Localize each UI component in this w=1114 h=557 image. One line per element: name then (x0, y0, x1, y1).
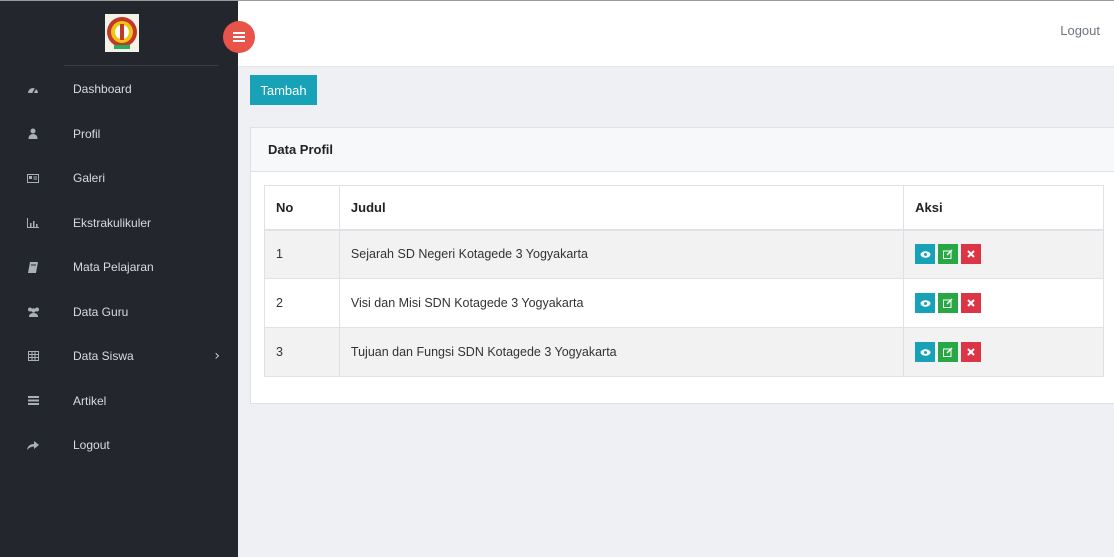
close-icon (967, 348, 975, 356)
cell-aksi (903, 229, 1104, 279)
sidebar: Dashboard Profil Galeri Ekstrakulikuler (0, 1, 238, 557)
sidebar-item-label: Galeri (73, 171, 106, 186)
book-icon (26, 260, 40, 274)
view-button[interactable] (915, 244, 936, 265)
cell-judul: Tujuan dan Fungsi SDN Kotagede 3 Yogyaka… (338, 327, 905, 377)
eye-icon (920, 299, 931, 307)
user-icon (26, 127, 40, 141)
users-icon (26, 305, 40, 319)
share-icon (26, 438, 40, 452)
eye-icon (920, 348, 931, 356)
edit-button[interactable] (938, 342, 959, 362)
sidebar-item-profil[interactable]: Profil (0, 112, 238, 157)
view-button[interactable] (915, 342, 936, 362)
table-row: 1 Sejarah SD Negeri Kotagede 3 Yogyakart… (264, 229, 1104, 279)
profil-table: No Judul Aksi 1 Sejarah SD Negeri Kotage… (264, 185, 1104, 377)
sidebar-item-label: Artikel (73, 393, 107, 408)
edit-icon (943, 347, 953, 357)
delete-button[interactable] (961, 244, 982, 265)
table-icon (26, 349, 40, 363)
sidebar-item-label: Dashboard (73, 82, 132, 97)
sidebar-item-dashboard[interactable]: Dashboard (0, 67, 238, 112)
topbar-logout-link[interactable]: Logout (1060, 23, 1100, 38)
sidebar-item-label: Logout (73, 438, 110, 453)
edit-button[interactable] (938, 244, 959, 265)
sidebar-divider (64, 65, 218, 66)
sidebar-item-ekstrakulikuler[interactable]: Ekstrakulikuler (0, 201, 238, 246)
list-icon (26, 394, 40, 408)
eye-icon (920, 251, 931, 258)
cell-aksi (903, 278, 1104, 328)
sidebar-toggle-button[interactable] (223, 21, 255, 53)
row-actions (915, 342, 1103, 362)
cell-judul: Visi dan Misi SDN Kotagede 3 Yogyakarta (338, 278, 905, 328)
sidebar-item-label: Ekstrakulikuler (73, 215, 152, 230)
cell-no: 1 (264, 229, 340, 279)
close-icon (967, 299, 975, 307)
column-header-no: No (264, 185, 340, 231)
app-frame: Dashboard Profil Galeri Ekstrakulikuler (0, 0, 1114, 557)
sidebar-item-label: Data Siswa (73, 349, 134, 364)
sidebar-item-label: Profil (73, 126, 101, 141)
column-header-judul: Judul (338, 185, 905, 231)
cell-aksi (903, 327, 1104, 377)
cell-no: 2 (264, 278, 340, 328)
bar-chart-icon (26, 216, 40, 230)
view-button[interactable] (915, 293, 936, 313)
table-row: 3 Tujuan dan Fungsi SDN Kotagede 3 Yogya… (264, 327, 1104, 377)
close-icon (967, 250, 975, 258)
topbar: Logout (238, 1, 1114, 67)
table-row: 2 Visi dan Misi SDN Kotagede 3 Yogyakart… (264, 278, 1104, 328)
gallery-icon (26, 171, 40, 185)
sidebar-item-artikel[interactable]: Artikel (0, 379, 238, 424)
school-logo (105, 14, 139, 52)
sidebar-header (0, 1, 238, 67)
sidebar-nav: Dashboard Profil Galeri Ekstrakulikuler (0, 67, 238, 468)
row-actions (915, 293, 1103, 313)
edit-icon (943, 298, 953, 308)
add-button[interactable]: Tambah (250, 75, 317, 105)
menu-icon (233, 31, 245, 43)
delete-button[interactable] (961, 293, 982, 313)
sidebar-item-label: Data Guru (73, 304, 129, 319)
sidebar-item-logout[interactable]: Logout (0, 423, 238, 468)
row-actions (915, 244, 1103, 265)
sidebar-item-mata-pelajaran[interactable]: Mata Pelajaran (0, 245, 238, 290)
cell-no: 3 (264, 327, 340, 377)
card-title: Data Profil (251, 128, 1114, 172)
delete-button[interactable] (961, 342, 982, 362)
dashboard-icon (26, 82, 40, 96)
edit-button[interactable] (938, 293, 959, 313)
sidebar-item-label: Mata Pelajaran (73, 260, 154, 275)
edit-icon (943, 249, 953, 260)
sidebar-item-galeri[interactable]: Galeri (0, 156, 238, 201)
cell-judul: Sejarah SD Negeri Kotagede 3 Yogyakarta (338, 229, 905, 279)
data-profil-card: Data Profil No Judul Aksi 1 Sejarah SD N… (250, 127, 1114, 404)
chevron-right-icon: › (214, 348, 220, 365)
table-header-row: No Judul Aksi (264, 185, 1104, 231)
sidebar-item-data-siswa[interactable]: Data Siswa › (0, 334, 238, 379)
sidebar-item-data-guru[interactable]: Data Guru (0, 290, 238, 335)
column-header-aksi: Aksi (903, 185, 1104, 231)
